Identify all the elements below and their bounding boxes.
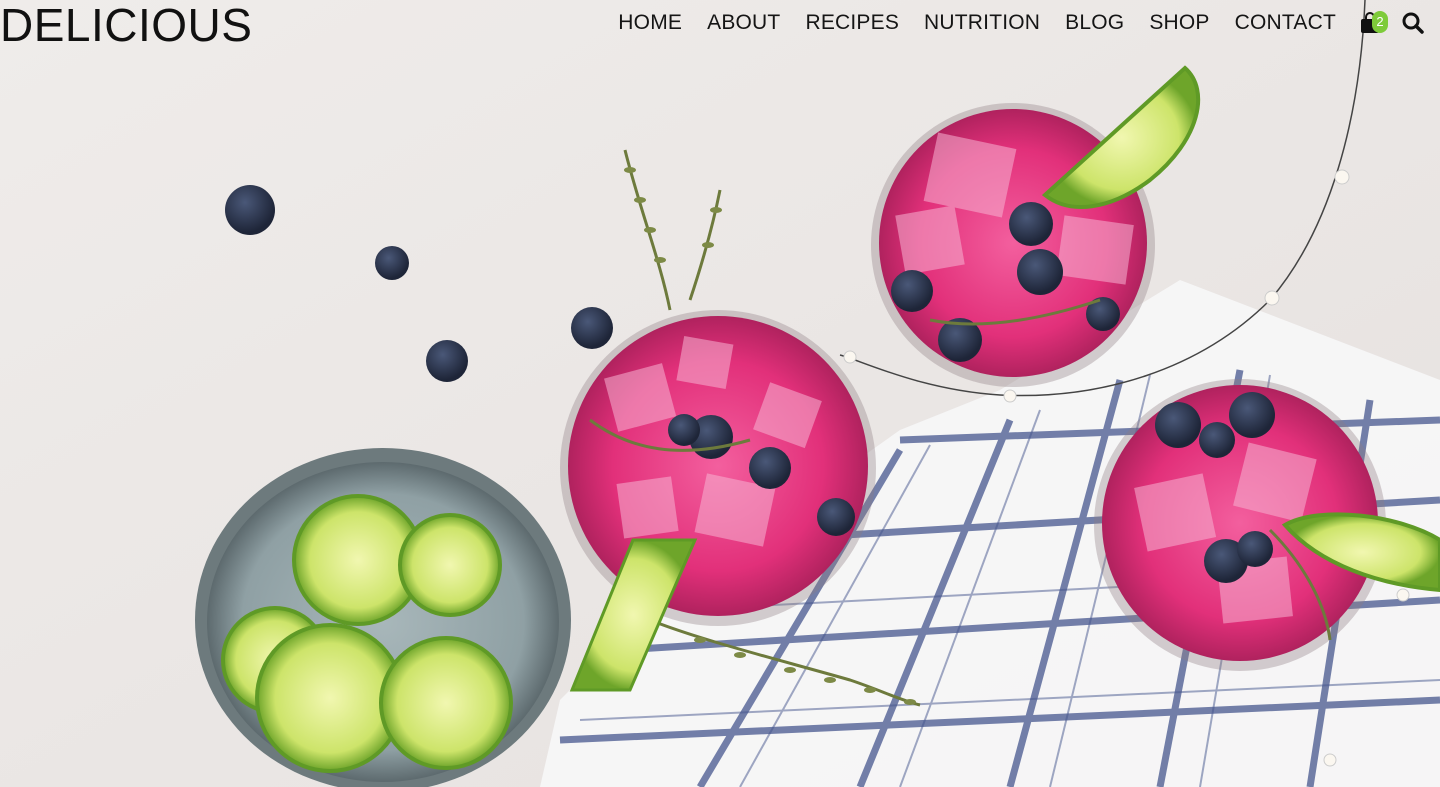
site-logo[interactable]: DELICIOUS [0,2,252,48]
search-button[interactable] [1402,0,1426,46]
search-icon [1402,12,1424,34]
cart-count-badge: 2 [1372,11,1388,33]
nav-contact[interactable]: CONTACT [1235,0,1336,46]
lime-bowl [195,448,571,787]
hero-image [0,0,1440,787]
nav-nutrition[interactable]: NUTRITION [924,0,1040,46]
main-nav: HOME ABOUT RECIPES NUTRITION BLOG SHOP C… [618,0,1440,46]
cart-button[interactable]: 2 [1360,0,1388,46]
nav-home[interactable]: HOME [618,0,682,46]
site-header: DELICIOUS HOME ABOUT RECIPES NUTRITION B… [0,0,1440,48]
nav-shop[interactable]: SHOP [1149,0,1209,46]
nav-blog[interactable]: BLOG [1065,0,1124,46]
nav-about[interactable]: ABOUT [707,0,780,46]
nav-recipes[interactable]: RECIPES [805,0,899,46]
